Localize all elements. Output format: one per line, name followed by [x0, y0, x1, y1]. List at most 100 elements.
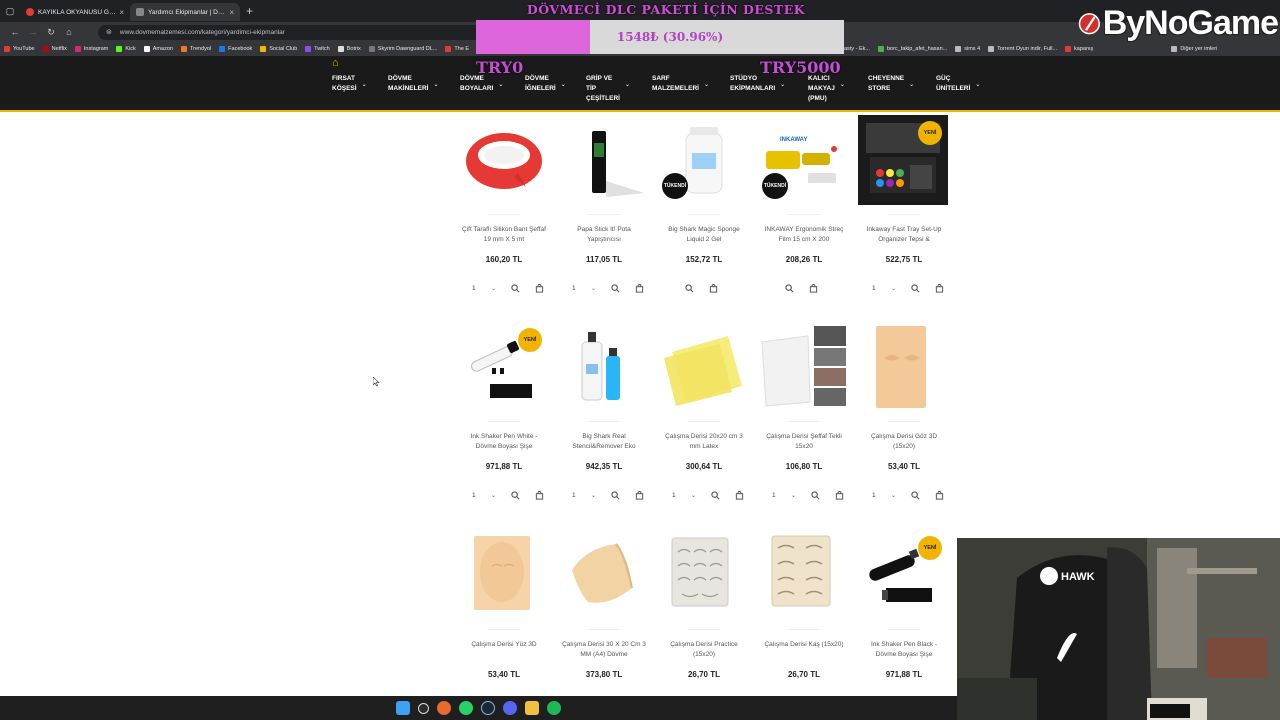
product-card[interactable]: Papa Stick It! Pota Yapıştırıcısı 117,05…: [558, 115, 650, 305]
add-to-cart-button[interactable]: [630, 281, 648, 295]
product-name[interactable]: Inkaway Fast Tray Set-Up Organizer Tepsi…: [860, 225, 948, 247]
nav-sarf-malzemeleri[interactable]: SARF MALZEMELERİ ⌄: [652, 74, 709, 94]
whatsapp-icon[interactable]: [459, 701, 473, 715]
bookmark-youtube[interactable]: YouTube: [4, 46, 35, 52]
add-to-cart-button[interactable]: [530, 488, 548, 502]
quick-view-button[interactable]: [680, 281, 698, 295]
quick-view-button[interactable]: [506, 281, 524, 295]
quick-view-button[interactable]: [606, 488, 624, 502]
product-card[interactable]: Çalışma Derisi Şeffaf Tekli 15x20 106,80…: [758, 322, 850, 512]
home-icon[interactable]: ⌂: [332, 58, 344, 69]
product-image[interactable]: [658, 322, 750, 414]
bookmark-borc-takip[interactable]: borc_takip_afet_hasan...: [877, 46, 947, 52]
add-to-cart-button[interactable]: [530, 281, 548, 295]
forward-icon[interactable]: →: [24, 27, 42, 37]
windows-start-icon[interactable]: [396, 701, 410, 715]
product-name[interactable]: Papa Stick It! Pota Yapıştırıcısı: [560, 225, 648, 247]
search-icon[interactable]: [418, 702, 429, 714]
product-name[interactable]: Ink Shaker Pen White - Dövme Boyası Şişe: [460, 432, 548, 454]
add-to-cart-button[interactable]: [630, 488, 648, 502]
bookmark-trendyol[interactable]: Trendyol: [180, 46, 211, 52]
product-card[interactable]: YENİ Ink Shaker Pen White - Dövme Boyası…: [458, 322, 550, 512]
product-name[interactable]: Çalışma Derisi Göz 3D (15x20): [860, 432, 948, 454]
product-card[interactable]: INKAWAY TÜKENDİ INKAWAY Ergonomik Streç …: [758, 115, 850, 305]
product-card[interactable]: Çalışma Derisi Yüz 3D 53,40 TL: [458, 530, 550, 720]
quick-view-button[interactable]: [606, 281, 624, 295]
nav-cheyenne-store[interactable]: CHEYENNE STORE ⌄: [868, 74, 914, 94]
product-card[interactable]: Çalışma Derisi 30 X 20 Cm 3 MM (A4) Dövm…: [558, 530, 650, 720]
bookmark-torrent[interactable]: Torrent Oyun indir, Full...: [988, 46, 1057, 52]
other-bookmarks[interactable]: Diğer yer imleri: [1171, 46, 1217, 52]
site-info-icon[interactable]: ⊜: [106, 28, 112, 36]
discord-icon[interactable]: [503, 701, 517, 715]
product-image[interactable]: [458, 530, 550, 622]
product-name[interactable]: Çift Taraflı Silikon Bant Şeffaf 19 mm X…: [460, 225, 548, 247]
product-card[interactable]: Çalışma Derisi Kaş (15x20) 26,70 TL: [758, 530, 850, 720]
spotify-icon[interactable]: [547, 701, 561, 715]
add-to-cart-button[interactable]: [830, 488, 848, 502]
file-explorer-icon[interactable]: [525, 701, 539, 715]
product-name[interactable]: Ink Shaker Pen Black - Dövme Boyası Şişe: [860, 640, 948, 662]
bookmark-social-club[interactable]: Social Club: [260, 46, 297, 52]
product-image[interactable]: [558, 115, 650, 207]
product-name[interactable]: Big Shark Real Stencil&Remover Eko: [560, 432, 648, 454]
quantity-select[interactable]: 1 ⌄: [464, 281, 500, 295]
product-name[interactable]: Çalışma Derisi 30 X 20 Cm 3 MM (A4) Dövm…: [560, 640, 648, 662]
nav-kalici-makyaj[interactable]: KALICI MAKYAJ (PMU) ⌄: [808, 74, 845, 104]
home-icon[interactable]: ⌂: [60, 27, 78, 37]
bookmark-the-e[interactable]: The E: [445, 46, 469, 52]
bookmark-kick[interactable]: Kick: [116, 46, 136, 52]
quick-view-button[interactable]: [780, 281, 798, 295]
product-card[interactable]: Çalışma Derisi 20x20 cm 3 mm Latex 300,6…: [658, 322, 750, 512]
nav-dovme-boyalari[interactable]: DÖVME BOYALARI ⌄: [460, 74, 503, 94]
product-card[interactable]: YENİ Ink Shaker Pen Black - Dövme Boyası…: [858, 530, 950, 720]
product-name[interactable]: Big Shark Magic Sponge Liquid 2 Gel: [660, 225, 748, 247]
quantity-select[interactable]: 1 ⌄: [564, 488, 600, 502]
quantity-select[interactable]: 1 ⌄: [464, 488, 500, 502]
product-name[interactable]: Çalışma Derisi 20x20 cm 3 mm Latex: [660, 432, 748, 454]
bookmark-amazon[interactable]: Amazon: [143, 46, 173, 52]
product-name[interactable]: INKAWAY Ergonomik Streç Film 15 cm X 200: [760, 225, 848, 247]
product-name[interactable]: Çalışma Derisi Kaş (15x20): [760, 640, 848, 662]
product-card[interactable]: Çalışma Derisi Göz 3D (15x20) 53,40 TL 1…: [858, 322, 950, 512]
quick-view-button[interactable]: [906, 281, 924, 295]
bookmark-asty[interactable]: asty - Ek...: [844, 46, 870, 52]
bookmark-facebook[interactable]: Facebook: [219, 46, 252, 52]
quantity-select[interactable]: 1 ⌄: [564, 281, 600, 295]
bookmark-twitch[interactable]: Twitch: [305, 46, 330, 52]
quantity-select[interactable]: 1 ⌄: [664, 488, 700, 502]
bookmark-netflix[interactable]: Netflix: [42, 46, 67, 52]
product-image[interactable]: [558, 530, 650, 622]
add-to-cart-button[interactable]: [930, 488, 948, 502]
bookmark-instagram[interactable]: Instagram: [74, 46, 108, 52]
bookmark-botrix[interactable]: Botrix: [337, 46, 361, 52]
browser-tab-active[interactable]: Yardımcı Ekipmanlar | Dövme M... ×: [130, 3, 240, 21]
bookmark-skyrim[interactable]: Skyrim Dawnguard DL...: [368, 46, 437, 52]
steam-icon[interactable]: [481, 701, 495, 715]
add-to-cart-button[interactable]: [804, 281, 822, 295]
tab-menu-icon[interactable]: ▢: [0, 6, 20, 17]
close-tab-icon[interactable]: ×: [119, 8, 124, 17]
back-icon[interactable]: ←: [6, 27, 24, 37]
nav-firsat-kosesi[interactable]: FIRSAT KÖŞESİ ⌄: [332, 74, 367, 94]
nav-grip-ve-tip[interactable]: GRİP VE TİP ÇEŞİTLERİ ⌄: [586, 74, 630, 104]
quantity-select[interactable]: 1 ⌄: [864, 281, 900, 295]
product-name[interactable]: Çalışma Derisi Şeffaf Tekli 15x20: [760, 432, 848, 454]
add-to-cart-button[interactable]: [730, 488, 748, 502]
new-tab-icon[interactable]: +: [246, 4, 253, 18]
product-card[interactable]: Çift Taraflı Silikon Bant Şeffaf 19 mm X…: [458, 115, 550, 305]
product-image[interactable]: [758, 530, 850, 622]
browser-tab[interactable]: KAYIKLA OKYANUSU GEÇMEYI... ×: [20, 3, 130, 21]
nav-guc-uniteleri[interactable]: GÜÇ ÜNİTELERİ ⌄: [936, 74, 980, 94]
product-name[interactable]: Çalışma Derisi Practice (15x20): [660, 640, 748, 662]
bookmark-sims[interactable]: sims 4: [955, 46, 980, 52]
quick-view-button[interactable]: [706, 488, 724, 502]
close-tab-icon[interactable]: ×: [229, 8, 234, 17]
nav-dovme-makineleri[interactable]: DÖVME MAKİNELERİ ⌄: [388, 74, 438, 94]
product-image[interactable]: [858, 322, 950, 414]
product-card[interactable]: Big Shark Real Stencil&Remover Eko 942,3…: [558, 322, 650, 512]
add-to-cart-button[interactable]: [704, 281, 722, 295]
firefox-icon[interactable]: [437, 701, 451, 715]
quick-view-button[interactable]: [806, 488, 824, 502]
product-card[interactable]: YENİ Inkaway Fast Tray Set-Up Organizer …: [858, 115, 950, 305]
